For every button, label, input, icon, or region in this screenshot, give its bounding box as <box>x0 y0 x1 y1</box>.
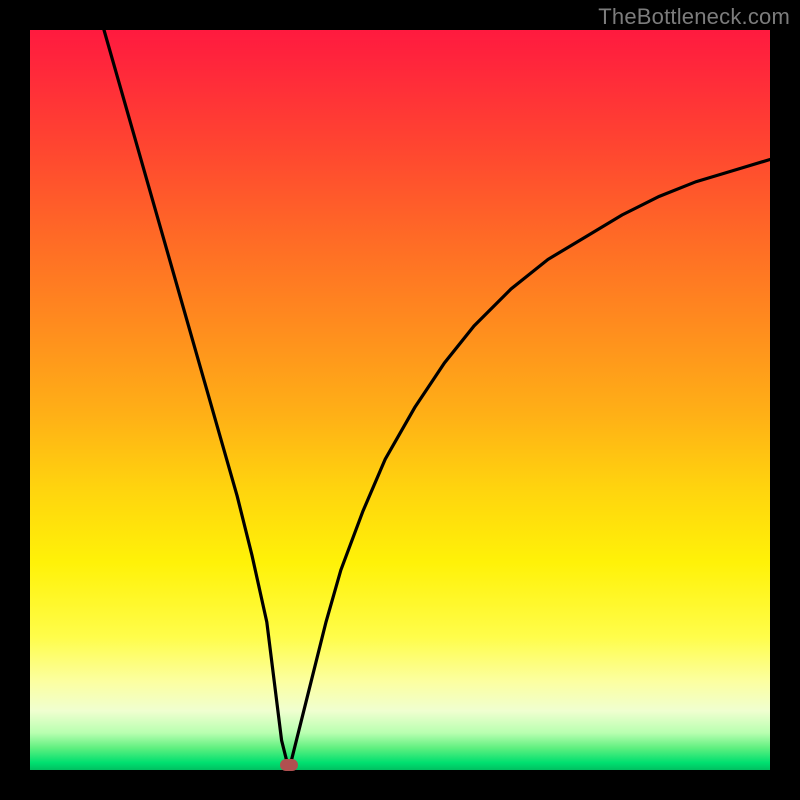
plot-area <box>30 30 770 770</box>
attribution-label: TheBottleneck.com <box>598 4 790 30</box>
bottleneck-curve <box>30 30 770 770</box>
optimal-marker <box>280 759 298 771</box>
chart-frame: TheBottleneck.com <box>0 0 800 800</box>
